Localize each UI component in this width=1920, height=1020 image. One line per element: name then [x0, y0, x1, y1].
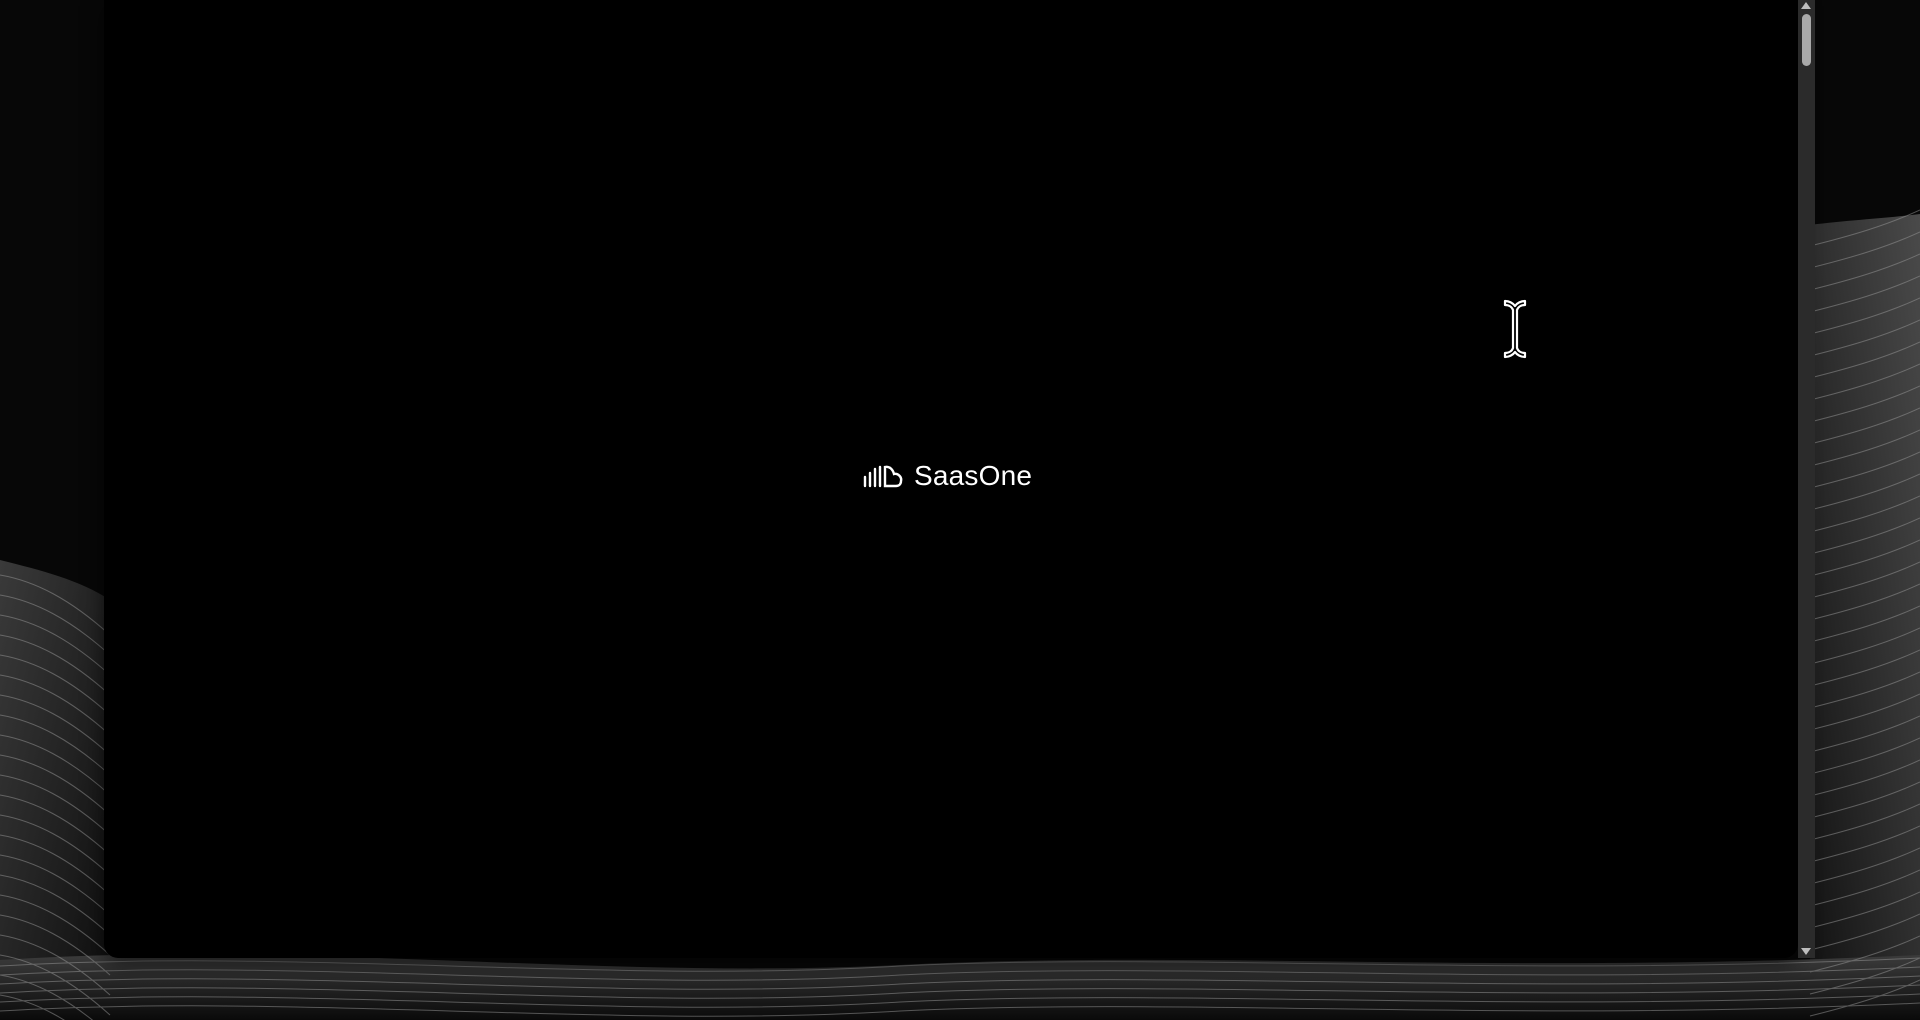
brand-logo[interactable]: SaasOne — [862, 460, 1032, 492]
app-window: SaasOne — [104, 0, 1798, 958]
scroll-down-arrow-icon[interactable] — [1801, 948, 1811, 955]
scroll-thumb[interactable] — [1802, 14, 1811, 66]
scroll-up-arrow-icon[interactable] — [1801, 2, 1811, 9]
brand-name: SaasOne — [914, 460, 1033, 491]
vertical-scrollbar[interactable] — [1798, 0, 1815, 958]
soundwave-cloud-icon — [862, 462, 904, 490]
text-cursor-icon — [1500, 298, 1530, 365]
